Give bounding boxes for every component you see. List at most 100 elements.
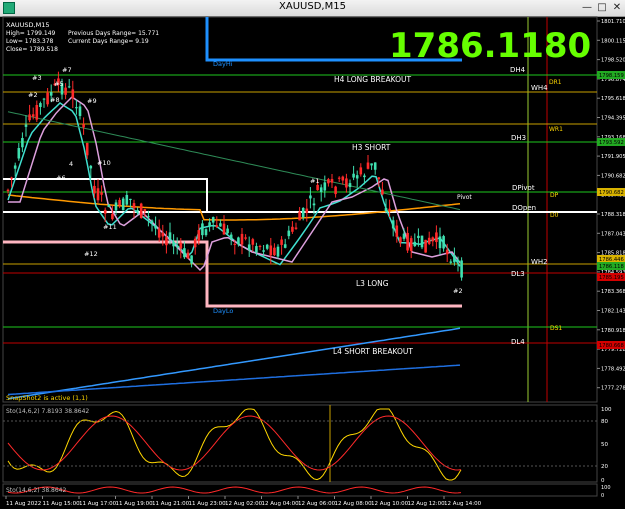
- wave-label: #2: [453, 287, 463, 295]
- time-tick-label: 11 Aug 21:00: [152, 501, 190, 507]
- price-badge-label: 1793.592: [599, 140, 624, 146]
- info-low: Low= 1783.378: [6, 38, 54, 45]
- dopen-label: DOpen: [512, 204, 536, 212]
- time-tick-label: 11 Aug 2022: [6, 501, 41, 507]
- price-badge: 1786.118: [597, 262, 625, 270]
- time-tick-label: 11 Aug 23:00: [189, 501, 227, 507]
- dh4-label: DH4: [510, 66, 526, 74]
- price-badge: 1785.195: [597, 273, 625, 281]
- price-tick-label: 1777.278: [601, 386, 625, 392]
- pivot-label: Pivot: [457, 194, 472, 201]
- sub2-tick-label: 0: [601, 493, 604, 499]
- wr1-label: WR1: [549, 126, 563, 133]
- price-tick-label: 1783.368: [601, 289, 625, 295]
- price-tick-label: 1800.115: [601, 38, 625, 44]
- wh4-label: WH4: [531, 84, 548, 92]
- trading-window: XAUUSD,M15 — □ ✕ XAUUSD,M15 High= 1799.1…: [0, 0, 625, 509]
- price-tick-label: 1782.143: [601, 309, 625, 315]
- time-tick-label: 11 Aug 17:00: [79, 501, 117, 507]
- stochastic-panel-2: [2, 483, 598, 497]
- info-curr-range: Current Days Range= 9.19: [68, 38, 149, 45]
- sub-tick-label: 80: [601, 419, 608, 425]
- price-tick-label: 1801.710: [601, 19, 625, 25]
- price-tick-label: 1788.318: [601, 212, 625, 218]
- stochastic-panel: [2, 404, 598, 483]
- price-badge-label: 1798.159: [599, 73, 624, 79]
- wave-label: 4: [69, 160, 73, 168]
- sub-tick-label: 50: [601, 442, 608, 448]
- candle: [460, 257, 463, 281]
- time-tick-label: 12 Aug 10:00: [371, 501, 409, 507]
- price-badges: 1798.159 1793.592 1790.682 1786.4461786.118…: [597, 71, 625, 349]
- dayhi-label: DayHi: [213, 60, 233, 68]
- time-tick-label: 12 Aug 02:00: [225, 501, 263, 507]
- price-badge-label: 1785.195: [599, 275, 624, 281]
- wh2-label: WH2: [531, 258, 548, 266]
- time-tick-label: 12 Aug 12:00: [408, 501, 446, 507]
- info-prev-range: Previous Days Range= 15.771: [68, 30, 159, 37]
- wave-label: #11: [103, 223, 117, 231]
- dl4-label: DL4: [511, 338, 525, 346]
- wave-label: #12: [84, 250, 98, 258]
- snapshot-status: SnapShot2 is active (1,1): [6, 394, 88, 402]
- dl3-label: DL3: [511, 270, 525, 278]
- sub-tick-label: 20: [601, 464, 608, 470]
- price-badge-label: 1790.682: [599, 190, 624, 196]
- d0-label: D0: [550, 212, 559, 219]
- info-symbol: XAUUSD,M15: [6, 21, 50, 29]
- time-tick-label: 12 Aug 14:00: [444, 501, 482, 507]
- price-tick-label: 1791.905: [601, 154, 625, 160]
- price-badge: 1798.159: [597, 71, 625, 79]
- price-tick-label: 1780.918: [601, 328, 625, 334]
- l3-label: L3 LONG: [356, 279, 389, 288]
- dh3-label: DH3: [511, 134, 526, 142]
- sub-axis: 10080502001000: [601, 407, 612, 499]
- time-tick-label: 12 Aug 06:00: [298, 501, 336, 507]
- h3-label: H3 SHORT: [352, 143, 391, 152]
- stochastic-2-label: Sto(14,6,2) 38.8642: [6, 487, 66, 494]
- price-tick-label: 1798.520: [601, 58, 625, 64]
- time-axis[interactable]: 11 Aug 2022 11 Aug 15:00 11 Aug 17:00 11 Au…: [5, 496, 482, 507]
- price-badge: 1780.668: [597, 341, 625, 349]
- price-chart[interactable]: XAUUSD,M15 High= 1799.149 Low= 1783.378 …: [0, 0, 625, 509]
- dp-label: DP: [550, 192, 559, 199]
- l4-label: L4 SHORT BREAKOUT: [333, 347, 413, 356]
- price-tick-label: 1778.492: [601, 366, 625, 372]
- info-close: Close= 1789.518: [6, 46, 58, 53]
- price-tick-label: 1794.395: [601, 116, 625, 122]
- wave-label: #7: [62, 66, 72, 74]
- candle: [420, 235, 424, 250]
- sub-tick-label: 100: [601, 407, 612, 413]
- daylo-label: DayLo: [213, 307, 233, 315]
- price-tick-label: 1790.682: [601, 173, 625, 179]
- price-badge-label: 1786.118: [599, 264, 624, 270]
- dpivot-label: DPivot: [512, 184, 535, 192]
- price-badge: 1790.682: [597, 188, 625, 196]
- stochastic-label: Sto(14,6,2) 7.8193 38.8642: [6, 408, 89, 415]
- candle: [424, 239, 427, 253]
- price-badge: 1793.592: [597, 138, 625, 146]
- sub-tick-label: 0: [601, 478, 605, 484]
- dr1-label: DR1: [549, 79, 562, 86]
- price-tick-label: 1787.043: [601, 231, 625, 237]
- current-price-display: 1786.1180: [389, 26, 591, 66]
- time-tick-label: 11 Aug 19:00: [116, 501, 154, 507]
- time-tick-label: 12 Aug 08:00: [335, 501, 373, 507]
- price-badge-label: 1780.668: [599, 343, 624, 349]
- wave-label: #6: [56, 174, 66, 182]
- sub2-tick-label: 100: [601, 485, 611, 491]
- ds1-label: DS1: [550, 325, 562, 332]
- h4-label: H4 LONG BREAKOUT: [334, 75, 412, 84]
- wave-label: #9: [87, 97, 97, 105]
- wave-label: #3: [32, 74, 42, 82]
- wave-label: #2: [28, 91, 38, 99]
- info-high: High= 1799.149: [6, 30, 56, 37]
- candle: [121, 196, 125, 211]
- time-tick-label: 12 Aug 04:00: [262, 501, 300, 507]
- wave-label: #5: [54, 80, 64, 88]
- wave-label: #10: [97, 159, 111, 167]
- candle: [139, 202, 143, 219]
- wave-label: #8: [50, 96, 60, 104]
- price-badge: 1786.446: [597, 255, 625, 263]
- wave-label: #1: [310, 177, 320, 185]
